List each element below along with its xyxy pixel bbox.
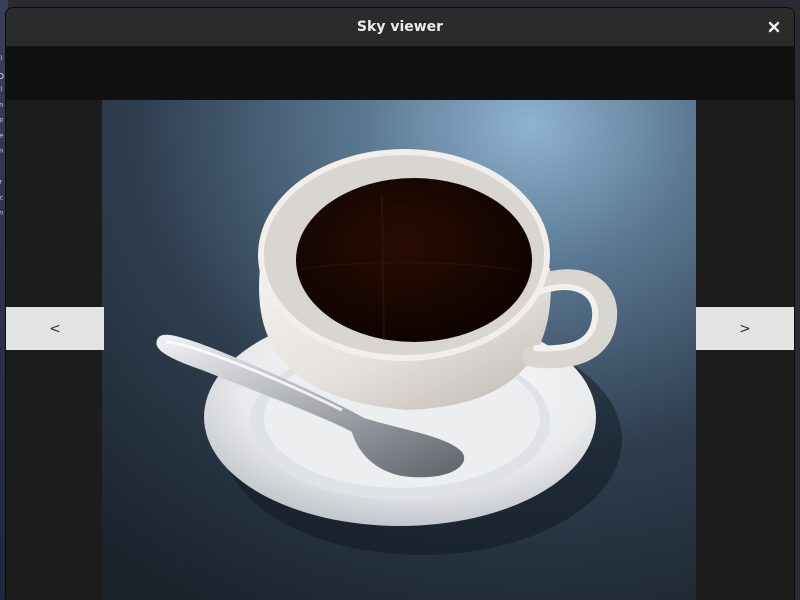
viewed-photo: [102, 100, 696, 600]
title-bar[interactable]: Sky viewer: [6, 8, 794, 47]
next-image-button[interactable]: >: [696, 307, 794, 350]
sky-viewer-window: Sky viewer < >: [6, 8, 794, 600]
close-icon: [768, 21, 780, 33]
window-title: Sky viewer: [356, 19, 444, 35]
close-button[interactable]: [762, 15, 786, 39]
previous-image-button[interactable]: <: [6, 307, 104, 350]
coffee-cup-photo: [102, 100, 696, 600]
toolbar: [6, 47, 794, 100]
image-stage: < >: [6, 100, 794, 600]
